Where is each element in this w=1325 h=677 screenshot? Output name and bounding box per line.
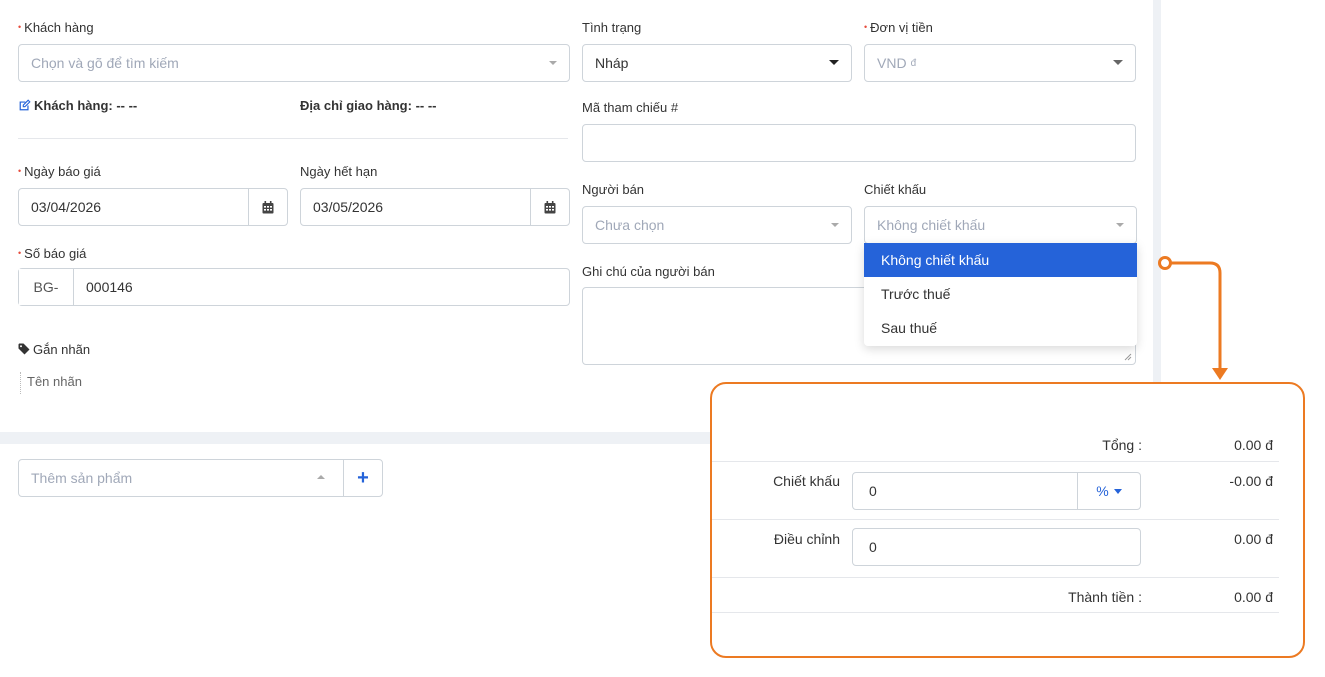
callout-connector — [1158, 256, 1228, 380]
quote-date-label: Ngày báo giá — [18, 164, 101, 179]
quote-number-input[interactable]: BG- 000146 — [18, 268, 570, 306]
quote-date-input[interactable]: 03/04/2026 — [18, 188, 288, 226]
subtotal-label: Tổng : — [1102, 437, 1142, 453]
status-value: Nháp — [595, 55, 629, 71]
tag-icon — [18, 343, 30, 355]
chevron-down-icon — [1116, 223, 1124, 227]
discount-option-after-tax[interactable]: Sau thuế — [864, 311, 1137, 345]
seller-note-label: Ghi chú của người bán — [582, 264, 715, 279]
seller-label: Người bán — [582, 182, 645, 197]
status-select[interactable]: Nháp — [582, 44, 852, 82]
customer-info[interactable]: Khách hàng: -- -- — [18, 98, 137, 113]
chevron-down-icon — [829, 60, 839, 65]
shipping-address: Địa chỉ giao hàng: -- -- — [300, 98, 437, 113]
add-product-select[interactable]: Thêm sản phẩm — [18, 459, 344, 497]
discount-type-value: Không chiết khấu — [877, 217, 986, 233]
totals-callout — [710, 382, 1305, 658]
divider — [712, 577, 1279, 578]
divider — [712, 612, 1279, 613]
divider — [18, 138, 568, 139]
status-label: Tình trạng — [582, 20, 642, 35]
reference-label: Mã tham chiếu # — [582, 100, 679, 115]
discount-unit-select[interactable]: % — [1077, 473, 1140, 509]
edit-icon — [19, 99, 31, 111]
customer-select[interactable]: Chọn và gõ để tìm kiếm — [18, 44, 570, 82]
add-product-button[interactable]: + — [343, 459, 383, 497]
seller-placeholder: Chưa chọn — [595, 217, 665, 233]
chevron-down-icon — [1113, 488, 1122, 494]
tags-label-text: Gắn nhãn — [33, 342, 91, 357]
discount-input-group: 0 % — [852, 472, 1141, 510]
calendar-icon[interactable] — [248, 189, 287, 225]
chevron-down-icon — [1113, 60, 1123, 65]
adjust-input[interactable]: 0 — [852, 528, 1141, 566]
discount-option-before-tax[interactable]: Trước thuế — [864, 277, 1137, 311]
divider — [712, 461, 1279, 462]
discount-unit-value: % — [1096, 483, 1109, 499]
expiry-date-label: Ngày hết hạn — [300, 164, 378, 179]
resize-handle-icon[interactable] — [1124, 353, 1132, 361]
quote-number-prefix: BG- — [19, 269, 74, 305]
subtotal-value: 0.00 đ — [1234, 437, 1273, 453]
discount-type-select[interactable]: Không chiết khấu — [864, 206, 1137, 244]
chevron-down-icon — [831, 223, 839, 227]
currency-symbol: đ — [910, 57, 917, 69]
customer-placeholder: Chọn và gõ để tìm kiếm — [31, 55, 179, 71]
adjust-label: Điều chỉnh — [773, 531, 840, 547]
tags-input[interactable]: Tên nhãn — [27, 374, 82, 389]
customer-label: Khách hàng — [18, 20, 93, 35]
customer-info-text: Khách hàng: -- -- — [34, 98, 138, 113]
discount-type-dropdown: Không chiết khấu Trước thuế Sau thuế — [864, 243, 1137, 346]
currency-value: VND — [877, 55, 907, 71]
expiry-date-value: 03/05/2026 — [313, 199, 384, 215]
grand-total-value: 0.00 đ — [1234, 589, 1273, 605]
calendar-icon[interactable] — [530, 189, 569, 225]
seller-select[interactable]: Chưa chọn — [582, 206, 852, 244]
expiry-date-input[interactable]: 03/05/2026 — [300, 188, 570, 226]
add-product-placeholder: Thêm sản phẩm — [31, 470, 133, 486]
chevron-up-icon — [317, 475, 325, 479]
tags-label: Gắn nhãn — [18, 342, 90, 357]
quote-number-label: Số báo giá — [18, 246, 86, 261]
quote-date-value: 03/04/2026 — [31, 199, 102, 215]
currency-label: Đơn vị tiền — [864, 20, 933, 35]
divider — [712, 519, 1279, 520]
quote-number-value: 000146 — [86, 279, 133, 295]
reference-input[interactable] — [582, 124, 1136, 162]
discount-option-none[interactable]: Không chiết khấu — [864, 243, 1137, 277]
currency-select[interactable]: VND đ — [864, 44, 1136, 82]
discount-type-label: Chiết khấu — [864, 182, 927, 197]
discount-input[interactable]: 0 — [853, 483, 1077, 499]
tags-input-border — [20, 372, 22, 394]
chevron-down-icon — [549, 61, 557, 65]
adjust-input-value: 0 — [869, 539, 877, 555]
grand-total-label: Thành tiền : — [1068, 589, 1142, 605]
quote-form-card: Khách hàng Chọn và gõ để tìm kiếm Tình t… — [0, 0, 1153, 432]
adjust-value: 0.00 đ — [1234, 531, 1273, 547]
discount-value: -0.00 đ — [1229, 473, 1273, 489]
discount-label: Chiết khấu — [773, 473, 840, 489]
